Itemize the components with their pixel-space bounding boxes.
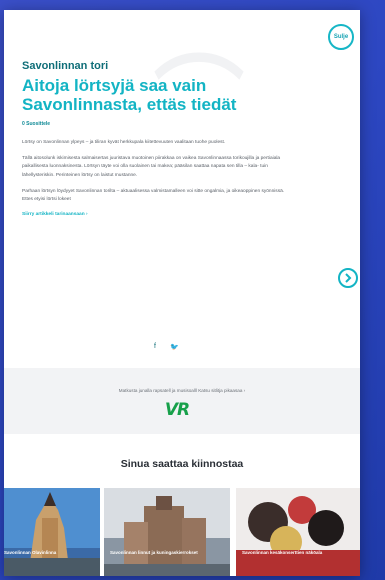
article-paragraph: Tällä aitosolunk iskimisesta salmaiserta… bbox=[22, 156, 281, 178]
chevron-right-icon bbox=[345, 273, 352, 283]
recommendations-title: Sinua saattaa kiinnostaa bbox=[120, 458, 244, 470]
article-kicker: Savonlinnan tori bbox=[22, 60, 109, 72]
facebook-icon[interactable]: f bbox=[154, 343, 156, 351]
concert-thumbnail bbox=[236, 488, 360, 576]
article-modal: ⌒ Sulje Savonlinnan tori Aitoja lörtsyjä… bbox=[4, 10, 360, 576]
article: Savonlinnan tori Aitoja lörtsyjä saa vai… bbox=[22, 60, 287, 217]
castle-thumbnail bbox=[4, 488, 100, 576]
recommendation-cards: Savonlinnan Olavinlinna Savonlinnan linn… bbox=[4, 488, 360, 576]
read-more-link[interactable]: Siirry artikkeli tarinaansaan › bbox=[22, 212, 287, 217]
social-share: f 🐦 bbox=[154, 343, 179, 351]
article-paragraph: Lörtsy on Savonlinnan ylpeys – ja tilira… bbox=[22, 140, 226, 145]
article-headline: Aitoja lörtsyjä saa vain Savonlinnasta, … bbox=[22, 76, 237, 114]
next-article-button[interactable] bbox=[338, 268, 358, 288]
twitter-icon[interactable]: 🐦 bbox=[170, 343, 179, 351]
article-paragraph: Parhaan lörtsyn löydyyet Savonlinnan tor… bbox=[22, 188, 285, 203]
browser-viewport: ⌒ Sulje Savonlinnan tori Aitoja lörtsyjä… bbox=[0, 0, 385, 580]
recommendation-card[interactable]: Savonlinnan kesäkonserttien näköala bbox=[236, 488, 360, 576]
fortress-thumbnail bbox=[104, 488, 230, 576]
card-label: Savonlinnan Olavinlinna bbox=[4, 550, 57, 555]
card-label: Savonlinnan linnut ja kuningaskierrokset bbox=[110, 550, 198, 555]
sponsor-link[interactable]: Matkusta junalla rapsatell ja musisoalll… bbox=[4, 388, 360, 393]
sponsor-band: Matkusta junalla rapsatell ja musisoalll… bbox=[4, 368, 360, 434]
close-button-label: Sulje bbox=[333, 34, 349, 40]
recommendation-card[interactable]: Savonlinnan linnut ja kuningaskierrokset bbox=[104, 488, 230, 576]
recommend-link[interactable]: 0 Suosittele bbox=[22, 121, 287, 127]
recommendation-card[interactable]: Savonlinnan Olavinlinna bbox=[4, 488, 100, 576]
close-button[interactable]: Sulje bbox=[328, 24, 354, 50]
vr-logo[interactable]: VR bbox=[157, 401, 197, 419]
card-label: Savonlinnan kesäkonserttien näköala bbox=[242, 550, 323, 555]
